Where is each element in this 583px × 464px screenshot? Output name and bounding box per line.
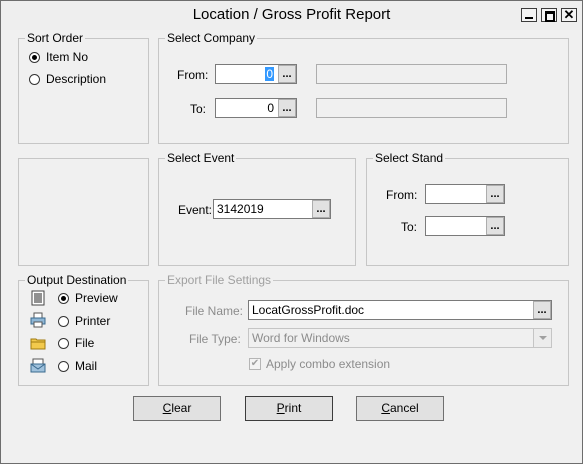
file-type-label: File Type: [189,332,241,346]
company-to-value: 0 [267,101,274,115]
folder-icon [30,338,46,350]
chevron-down-icon[interactable] [533,329,551,347]
clear-button[interactable]: Clear [133,396,221,421]
stand-to-field[interactable]: ... [425,216,505,236]
minimize-button[interactable] [521,8,537,22]
stand-from-lookup-button[interactable]: ... [486,185,504,203]
sort-item-no-label[interactable]: Item No [46,50,88,64]
company-from-lookup-button[interactable]: ... [278,65,296,83]
mail-icon [30,358,46,373]
company-from-label: From: [177,68,209,82]
maximize-button[interactable] [541,8,557,22]
output-destination-label: Output Destination [25,273,129,287]
select-event-label: Select Event [165,151,237,165]
company-from-value: 0 [265,67,274,81]
event-label: Event: [178,203,213,217]
sort-item-no-radio[interactable] [29,52,40,63]
event-lookup-button[interactable]: ... [312,200,330,218]
report-window: Location / Gross Profit Report ✕ Sort Or… [0,0,583,464]
printer-icon [30,312,46,328]
stand-to-label: To: [401,220,418,234]
output-preview-radio[interactable] [58,293,69,304]
company-to-label: To: [190,102,207,116]
company-to-lookup-button[interactable]: ... [278,99,296,117]
file-type-value: Word for Windows [252,331,350,345]
output-mail-radio[interactable] [58,361,69,372]
select-company-label: Select Company [165,31,258,45]
stand-to-lookup-button[interactable]: ... [486,217,504,235]
file-type-select[interactable]: Word for Windows [248,328,552,348]
cancel-label: ancel [389,401,419,415]
file-name-value: LocatGrossProfit.doc [252,303,365,317]
output-printer-label[interactable]: Printer [75,314,110,328]
window-title: Location / Gross Profit Report [192,6,391,23]
event-field[interactable]: 3142019 ... [213,199,331,219]
minimize-icon [522,9,536,21]
export-settings-label: Export File Settings [165,273,274,287]
empty-panel [18,158,149,266]
sort-description-radio[interactable] [29,74,40,85]
file-name-browse-button[interactable]: ... [533,301,551,319]
stand-from-field[interactable]: ... [425,184,505,204]
company-from-name-field [316,64,507,84]
file-name-label: File Name: [185,304,244,318]
select-stand-group: Select Stand [366,151,569,266]
cancel-button[interactable]: Cancel [356,396,444,421]
preview-icon [31,290,45,306]
output-printer-radio[interactable] [58,316,69,327]
cancel-accel: C [381,401,390,415]
event-value: 3142019 [217,202,264,216]
company-to-name-field [316,98,507,118]
select-stand-label: Select Stand [373,151,446,165]
maximize-icon [542,9,556,22]
company-to-field[interactable]: 0 ... [215,98,297,118]
output-mail-label[interactable]: Mail [75,359,97,373]
print-accel: P [276,401,285,415]
output-preview-label[interactable]: Preview [75,291,118,305]
select-company-group: Select Company [158,31,569,144]
apply-combo-label[interactable]: Apply combo extension [266,357,390,371]
title-bar[interactable]: Location / Gross Profit Report ✕ [1,1,582,30]
company-from-field[interactable]: 0 ... [215,64,297,84]
print-label: rint [284,401,302,415]
print-button[interactable]: Print [245,396,333,421]
sort-order-label: Sort Order [25,31,86,45]
close-icon: ✕ [563,7,575,22]
output-file-label[interactable]: File [75,336,94,350]
clear-label: lear [171,401,192,415]
close-button[interactable]: ✕ [561,8,577,22]
stand-from-label: From: [386,188,418,202]
sort-description-label[interactable]: Description [46,72,106,86]
file-name-field[interactable]: LocatGrossProfit.doc ... [248,300,552,320]
apply-combo-checkbox[interactable]: ✔ [249,358,261,370]
output-file-radio[interactable] [58,338,69,349]
